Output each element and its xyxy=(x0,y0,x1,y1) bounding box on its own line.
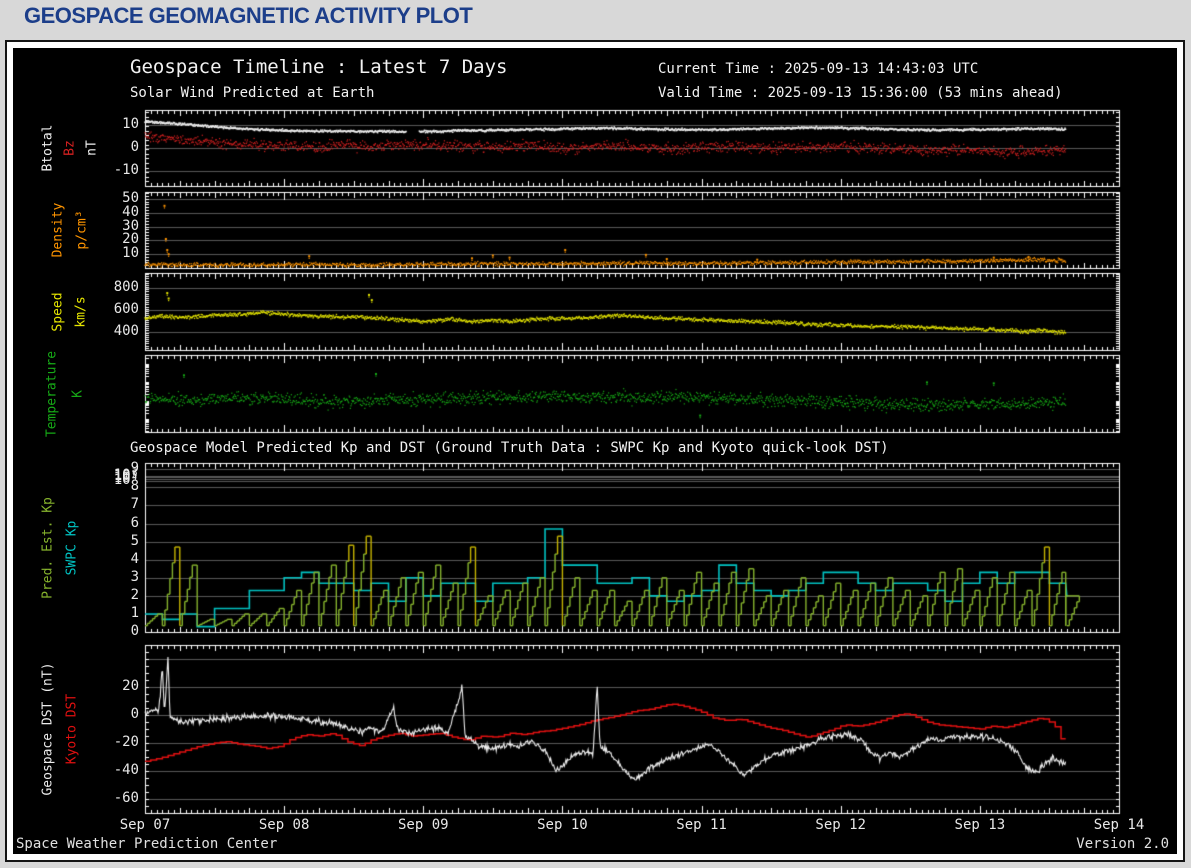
axis-label-dst: Kyoto DST xyxy=(64,693,80,765)
page-title: GEOSPACE GEOMAGNETIC ACTIVITY PLOT xyxy=(24,3,473,28)
axis-label-density: p/cm³ xyxy=(74,210,90,250)
x-tick-label: Sep 12 xyxy=(815,817,866,833)
y-tick-label: 4 xyxy=(130,550,139,567)
valid-time-label: Valid Time : 2025-09-13 15:36:00 (53 min… xyxy=(658,85,1063,101)
axis-label-imf: nT xyxy=(84,140,100,156)
axis-label-kp: SWPC Kp xyxy=(64,520,80,575)
kp-dst-subtitle: Geospace Model Predicted Kp and DST (Gro… xyxy=(130,440,889,456)
y-tick-label: -20 xyxy=(113,734,139,750)
y-tick-label: -10 xyxy=(113,162,139,179)
x-tick-label: Sep 10 xyxy=(537,817,588,833)
current-time-label: Current Time : 2025-09-13 14:43:03 UTC xyxy=(658,61,979,77)
y-tick-label: 7 xyxy=(130,496,139,513)
axis-label-imf: Bz xyxy=(62,140,78,156)
y-tick-label: 8 xyxy=(130,478,139,495)
y-tick-label: 0 xyxy=(130,706,139,722)
plot-title: Geospace Timeline : Latest 7 Days xyxy=(130,56,508,78)
footer-swpc-label: Space Weather Prediction Center xyxy=(16,836,278,852)
x-tick-label: Sep 14 xyxy=(1093,817,1145,833)
y-tick-label: 2 xyxy=(130,586,139,603)
y-tick-label: 9 xyxy=(130,460,139,477)
y-tick-label: 0 xyxy=(130,623,139,639)
axis-label-imf: Btotal xyxy=(40,124,56,172)
solar-wind-subtitle: Solar Wind Predicted at Earth xyxy=(130,85,375,101)
axis-label-speed: Speed xyxy=(50,291,66,332)
axis-label-dst: Geospace DST (nT) xyxy=(40,662,56,796)
x-tick-label: Sep 07 xyxy=(119,817,171,833)
y-tick-label: 0 xyxy=(130,139,139,155)
y-tick-label: 5 xyxy=(130,532,139,549)
x-tick-label: Sep 08 xyxy=(258,817,310,833)
plot-panel: Geospace Timeline : Latest 7 Days Curren… xyxy=(13,48,1177,854)
axis-label-temperature: K xyxy=(70,389,86,398)
y-tick-label: 10 xyxy=(122,115,139,132)
axis-label-density: Density xyxy=(50,202,66,258)
page: GEOSPACE GEOMAGNETIC ACTIVITY PLOT Geosp… xyxy=(0,0,1191,868)
y-tick-label: 3 xyxy=(130,568,139,585)
x-tick-label: Sep 13 xyxy=(954,817,1006,833)
axis-label-temperature: Temperature xyxy=(44,350,60,437)
axis-label-speed: km/s xyxy=(73,295,89,328)
plot-frame: Geospace Timeline : Latest 7 Days Curren… xyxy=(5,40,1185,862)
y-tick-label: 20 xyxy=(122,678,139,694)
y-tick-label: -40 xyxy=(113,762,139,778)
axis-label-kp: Pred. Est. Kp xyxy=(40,496,56,599)
y-tick-label: 800 xyxy=(113,279,139,296)
y-tick-label: -60 xyxy=(113,790,139,806)
y-tick-label: 1 xyxy=(130,604,139,621)
footer-version-label: Version 2.0 xyxy=(1076,836,1169,852)
x-tick-label: Sep 11 xyxy=(676,817,727,833)
x-tick-label: Sep 09 xyxy=(397,817,449,833)
y-tick-label: 6 xyxy=(130,514,139,531)
